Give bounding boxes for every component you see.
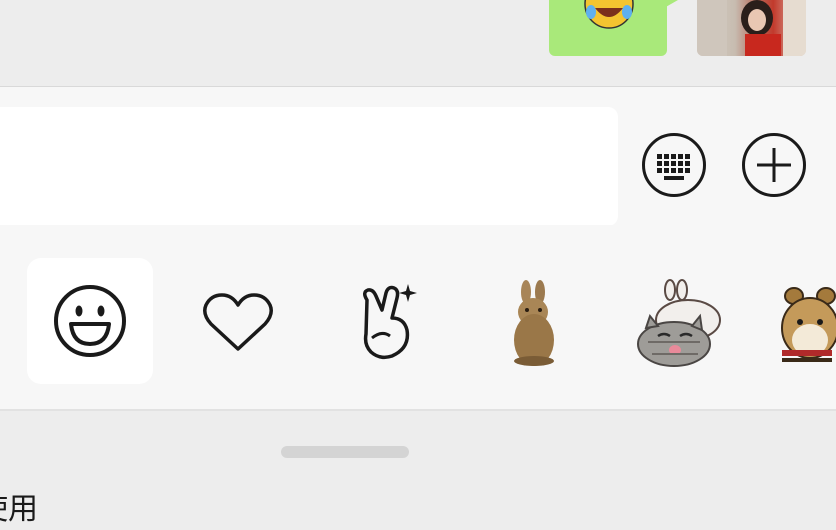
tab-favorites[interactable] xyxy=(175,258,301,384)
bottom-section-label: 使用 xyxy=(0,492,38,527)
heart-outline-icon xyxy=(203,293,273,351)
laughing-crying-emoji-icon xyxy=(583,0,635,30)
keyboard-icon xyxy=(657,154,690,180)
keyboard-toggle-button[interactable] xyxy=(642,133,706,197)
chat-history xyxy=(0,0,836,86)
photo-thumbnail-icon[interactable] xyxy=(697,0,806,56)
message-input[interactable] xyxy=(0,107,618,226)
drag-handle[interactable] xyxy=(281,446,409,458)
victory-hand-sparkle-icon xyxy=(363,284,417,360)
tab-gestures[interactable] xyxy=(322,258,448,384)
bubble-tail xyxy=(664,0,678,8)
bunny-sticker-icon xyxy=(514,280,554,366)
plus-icon xyxy=(757,148,791,182)
tab-emoji[interactable] xyxy=(27,258,153,384)
hamster-sticker-icon xyxy=(781,287,836,362)
cat-and-bunny-sticker-icon xyxy=(637,279,721,367)
more-options-button[interactable] xyxy=(742,133,806,197)
tab-sticker-hamster[interactable] xyxy=(766,258,836,384)
bottom-panel xyxy=(0,411,836,518)
tab-sticker-bunny[interactable] xyxy=(470,258,596,384)
tab-sticker-cat-bunny[interactable] xyxy=(618,258,744,384)
smiley-face-icon xyxy=(54,285,126,357)
